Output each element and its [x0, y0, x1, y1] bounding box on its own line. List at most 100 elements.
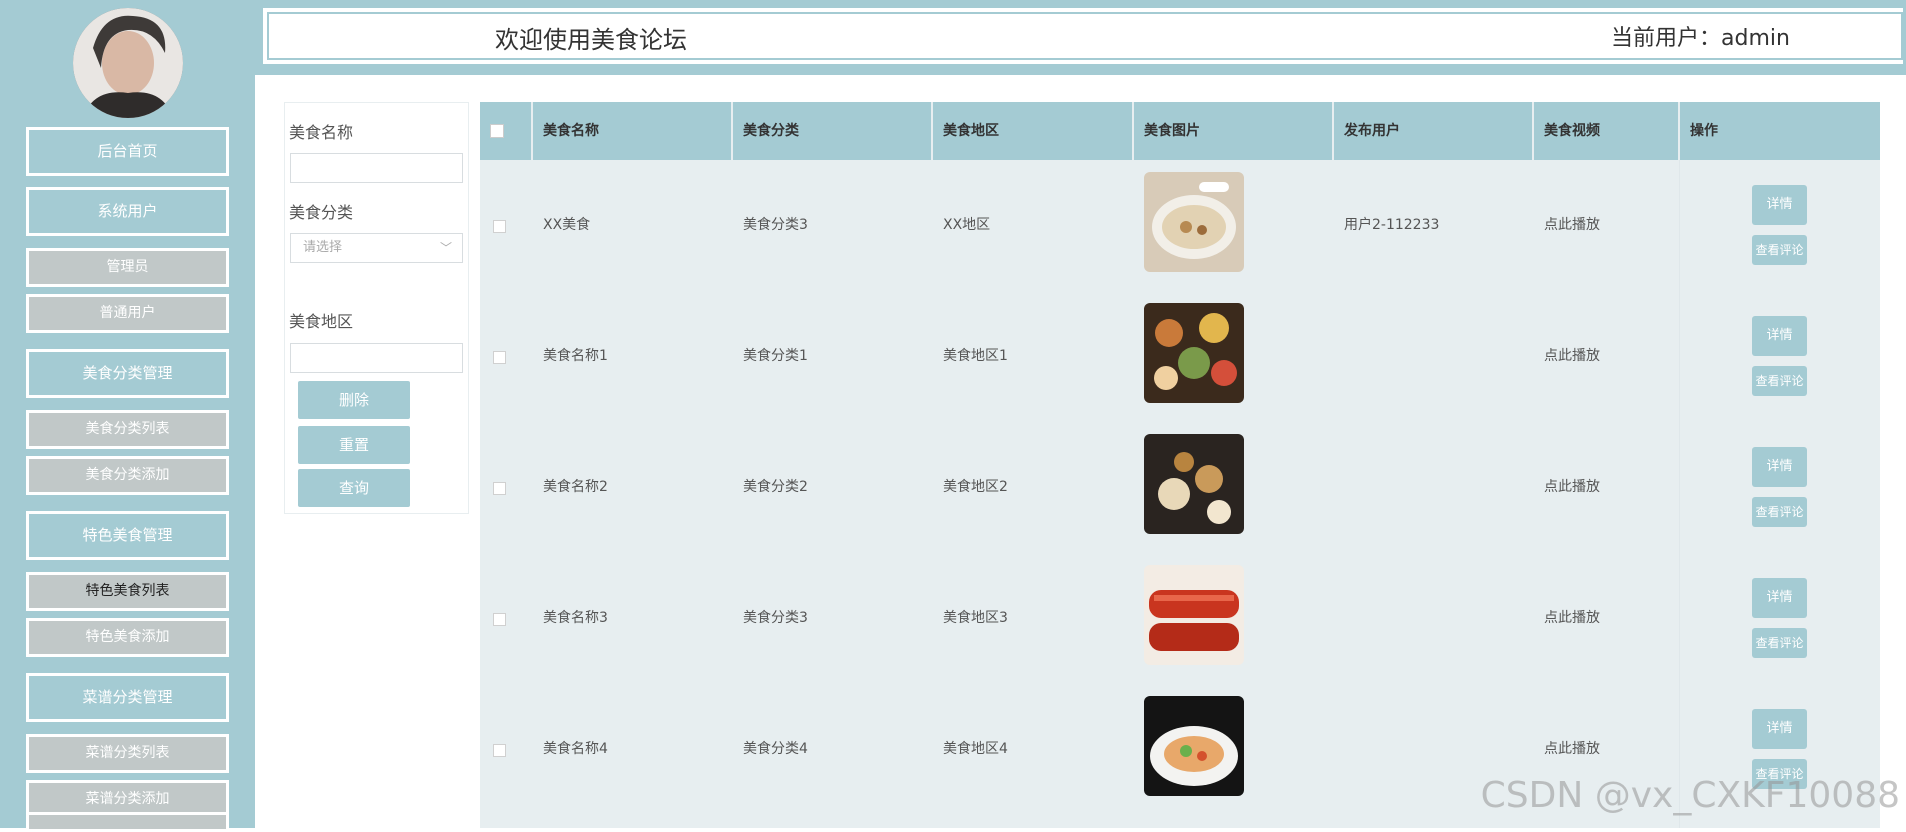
detail-button[interactable]: 详情	[1752, 316, 1807, 356]
detail-button[interactable]: 详情	[1752, 578, 1807, 618]
chevron-down-icon: ﹀	[440, 234, 452, 262]
detail-button[interactable]: 详情	[1752, 447, 1807, 487]
search-panel: 美食名称 美食分类 请选择 ﹀ 美食地区 删除 重置 查询	[284, 102, 469, 514]
sidebar-item-food-category-mgmt[interactable]: 美食分类管理	[26, 349, 229, 398]
delete-button[interactable]: 删除	[298, 381, 410, 419]
detail-button[interactable]: 详情	[1752, 185, 1807, 225]
data-table: 美食名称 美食分类 美食地区 美食图片 发布用户 美食视频 操作 XX美食 美食…	[480, 102, 1880, 828]
sidebar-item-label: 美食分类管理	[82, 364, 172, 382]
reset-button[interactable]: 重置	[298, 426, 410, 464]
category-placeholder: 请选择	[303, 240, 342, 255]
view-comments-button[interactable]: 查看评论	[1752, 235, 1807, 265]
food-image[interactable]	[1144, 565, 1244, 665]
food-region-cell: 美食地区2	[933, 422, 1008, 553]
table-header: 美食名称 美食分类 美食地区 美食图片 发布用户 美食视频 操作	[480, 102, 1880, 160]
view-comments-button[interactable]: 查看评论	[1752, 366, 1807, 396]
sidebar-item-special-food-list[interactable]: 特色美食列表	[26, 572, 229, 611]
sidebar-item-recipe-category-mgmt[interactable]: 菜谱分类管理	[26, 673, 229, 722]
table-row: 美食名称1 美食分类1 美食地区1 点此播放 详情 查看评论	[480, 291, 1880, 422]
food-image[interactable]	[1144, 434, 1244, 534]
video-play-link[interactable]: 点此播放	[1534, 553, 1600, 684]
current-user-label: 当前用户：admin	[1611, 20, 1790, 52]
sidebar-item-normal-users[interactable]: 普通用户	[26, 294, 229, 333]
sidebar-item-label: 后台首页	[97, 142, 157, 160]
food-category-cell: 美食分类3	[733, 553, 808, 684]
row-checkbox[interactable]	[493, 482, 506, 495]
column-header: 美食地区	[933, 102, 1134, 160]
video-play-link[interactable]: 点此播放	[1534, 422, 1600, 553]
query-button[interactable]: 查询	[298, 469, 410, 507]
category-select[interactable]: 请选择 ﹀	[290, 233, 463, 263]
food-name-cell: 美食名称4	[533, 684, 608, 815]
publisher-cell	[1334, 553, 1344, 684]
table-row: 美食名称3 美食分类3 美食地区3 点此播放 详情 查看评论	[480, 553, 1880, 684]
sidebar-item-special-food-mgmt[interactable]: 特色美食管理	[26, 511, 229, 560]
video-play-link[interactable]: 点此播放	[1534, 291, 1600, 422]
sidebar-item-label: 菜谱分类列表	[86, 745, 170, 761]
food-region-cell: 美食地区4	[933, 684, 1008, 815]
food-image[interactable]	[1144, 696, 1244, 796]
publisher-cell	[1334, 422, 1344, 553]
sidebar-item-label: 特色美食列表	[86, 583, 170, 599]
table-row: 美食名称2 美食分类2 美食地区2 点此播放 详情 查看评论	[480, 422, 1880, 553]
publisher-cell	[1334, 291, 1344, 422]
sidebar-item-label: 特色美食添加	[86, 629, 170, 645]
food-category-cell: 美食分类3	[733, 160, 808, 291]
food-name-cell: 美食名称3	[533, 553, 608, 684]
watermark: CSDN @vx_CXKF10088	[1481, 775, 1900, 816]
food-category-cell: 美食分类2	[733, 422, 808, 553]
food-region-cell: 美食地区3	[933, 553, 1008, 684]
region-input[interactable]	[290, 343, 463, 373]
detail-button[interactable]: 详情	[1752, 709, 1807, 749]
select-all-checkbox[interactable]	[490, 124, 504, 138]
sidebar-item-label: 美食分类添加	[86, 467, 170, 483]
row-checkbox[interactable]	[493, 351, 506, 364]
food-name-cell: XX美食	[533, 160, 590, 291]
view-comments-button[interactable]: 查看评论	[1752, 628, 1807, 658]
column-header: 操作	[1680, 102, 1880, 160]
sidebar-item-admin[interactable]: 管理员	[26, 248, 229, 287]
row-checkbox[interactable]	[493, 220, 506, 233]
sidebar-item-label: 普通用户	[100, 305, 156, 321]
header-checkbox-cell	[480, 102, 533, 160]
food-image[interactable]	[1144, 303, 1244, 403]
sidebar-item-label: 菜谱分类管理	[82, 688, 172, 706]
category-label: 美食分类	[289, 199, 353, 223]
sidebar-item-food-category-list[interactable]: 美食分类列表	[26, 410, 229, 449]
food-name-cell: 美食名称2	[533, 422, 608, 553]
name-input[interactable]	[290, 153, 463, 183]
column-header: 美食图片	[1134, 102, 1334, 160]
region-label: 美食地区	[289, 308, 353, 332]
row-checkbox[interactable]	[493, 613, 506, 626]
publisher-cell: 用户2-112233	[1334, 160, 1439, 291]
avatar	[73, 8, 183, 118]
sidebar-item-label: 系统用户	[97, 202, 157, 220]
page-title: 欢迎使用美食论坛	[495, 20, 687, 55]
sidebar-item-home[interactable]: 后台首页	[26, 127, 229, 176]
sidebar-item-recipe-category-list[interactable]: 菜谱分类列表	[26, 734, 229, 773]
food-name-cell: 美食名称1	[533, 291, 608, 422]
sidebar-item-food-category-add[interactable]: 美食分类添加	[26, 456, 229, 495]
column-header: 美食名称	[533, 102, 733, 160]
video-play-link[interactable]: 点此播放	[1534, 160, 1600, 291]
food-category-cell: 美食分类1	[733, 291, 808, 422]
column-header: 美食视频	[1534, 102, 1680, 160]
name-label: 美食名称	[289, 119, 353, 143]
column-header: 美食分类	[733, 102, 933, 160]
sidebar-item-system-users[interactable]: 系统用户	[26, 187, 229, 236]
food-region-cell: 美食地区1	[933, 291, 1008, 422]
food-region-cell: XX地区	[933, 160, 990, 291]
column-header: 发布用户	[1334, 102, 1534, 160]
sidebar-item-label: 管理员	[107, 259, 149, 275]
row-checkbox[interactable]	[493, 744, 506, 757]
sidebar-item-partial[interactable]	[26, 812, 229, 832]
sidebar-item-label: 美食分类列表	[86, 421, 170, 437]
view-comments-button[interactable]: 查看评论	[1752, 497, 1807, 527]
sidebar-item-special-food-add[interactable]: 特色美食添加	[26, 618, 229, 657]
table-row: XX美食 美食分类3 XX地区 用户2-112233 点此播放 详情 查看评论	[480, 160, 1880, 291]
food-image[interactable]	[1144, 172, 1244, 272]
publisher-cell	[1334, 684, 1344, 815]
sidebar-item-label: 特色美食管理	[82, 526, 172, 544]
sidebar-item-label: 菜谱分类添加	[86, 791, 170, 807]
food-category-cell: 美食分类4	[733, 684, 808, 815]
